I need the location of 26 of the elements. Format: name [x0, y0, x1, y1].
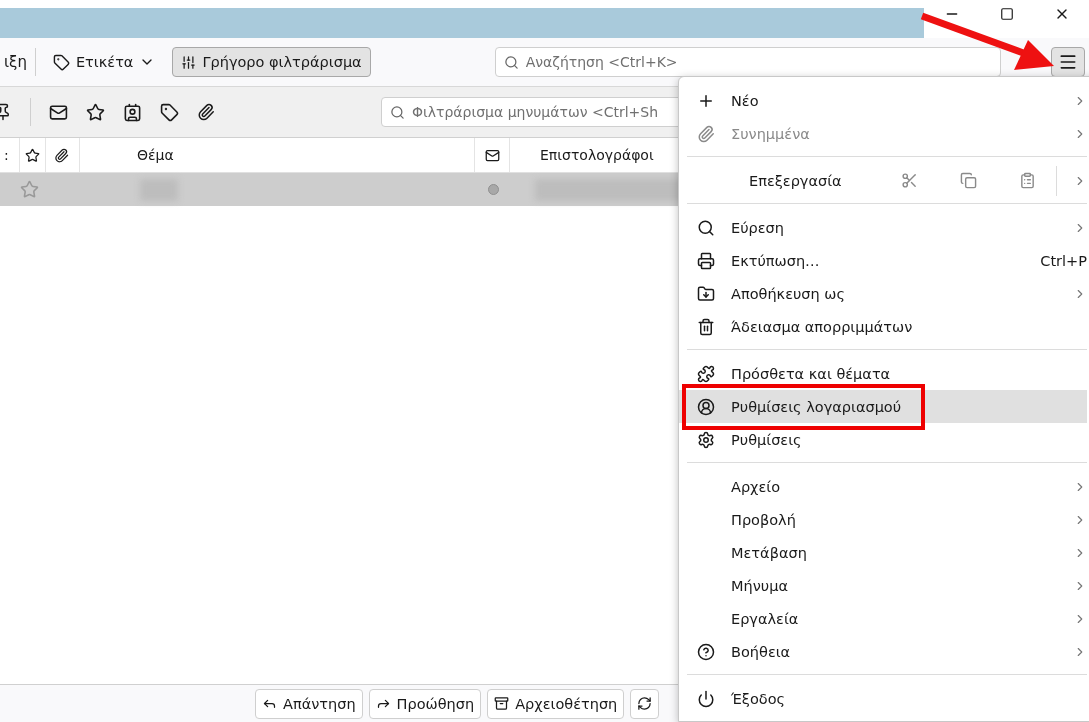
menu-item[interactable]: Επεξεργασία [679, 164, 1087, 197]
tag-button[interactable]: Ετικέτα [43, 47, 165, 77]
column-header[interactable]: Επιστολογράφοι [540, 147, 654, 163]
menu-item[interactable]: Αποθήκευση ως [679, 277, 1087, 310]
menu-item[interactable]: Αρχείο [679, 470, 1087, 503]
menu-item[interactable]: Εκτύπωση… Ctrl+P [679, 244, 1087, 277]
menu-item[interactable]: Άδειασμα απορριμμάτων [679, 310, 1087, 343]
menu-item[interactable]: Ρυθμίσεις [679, 423, 1087, 456]
menu-item[interactable]: Μήνυμα [679, 569, 1087, 602]
menu-item[interactable]: Πρόσθετα και θέματα [679, 357, 1087, 390]
menu-item[interactable]: Έξοδος [679, 682, 1087, 715]
toolbar-label[interactable]: ιξη [4, 53, 27, 71]
menu-item[interactable]: Εργαλεία [679, 602, 1087, 635]
menu-item[interactable]: Εύρεση [679, 211, 1087, 244]
menu-item[interactable]: Μετάβαση [679, 536, 1087, 569]
column-header[interactable]: : [4, 147, 9, 163]
menu-item[interactable]: Βοήθεια [679, 635, 1087, 668]
action-button[interactable]: Αρχειοθέτηση [487, 688, 625, 719]
action-button[interactable]: Απάντηση [255, 688, 363, 719]
search-field[interactable]: Αναζήτηση <Ctrl+K> [494, 47, 1001, 77]
action-button[interactable]: Προώθηση [368, 688, 482, 719]
quick-filter-button[interactable]: Γρήγορο φιλτράρισμα [172, 47, 371, 77]
menu-item[interactable]: Ρυθμίσεις λογαριασμού [679, 390, 1087, 423]
menu-item[interactable]: Προβολή [679, 503, 1087, 536]
column-header[interactable]: Θέμα [137, 147, 174, 163]
shortcut-label: Ctrl+P [1040, 252, 1087, 269]
